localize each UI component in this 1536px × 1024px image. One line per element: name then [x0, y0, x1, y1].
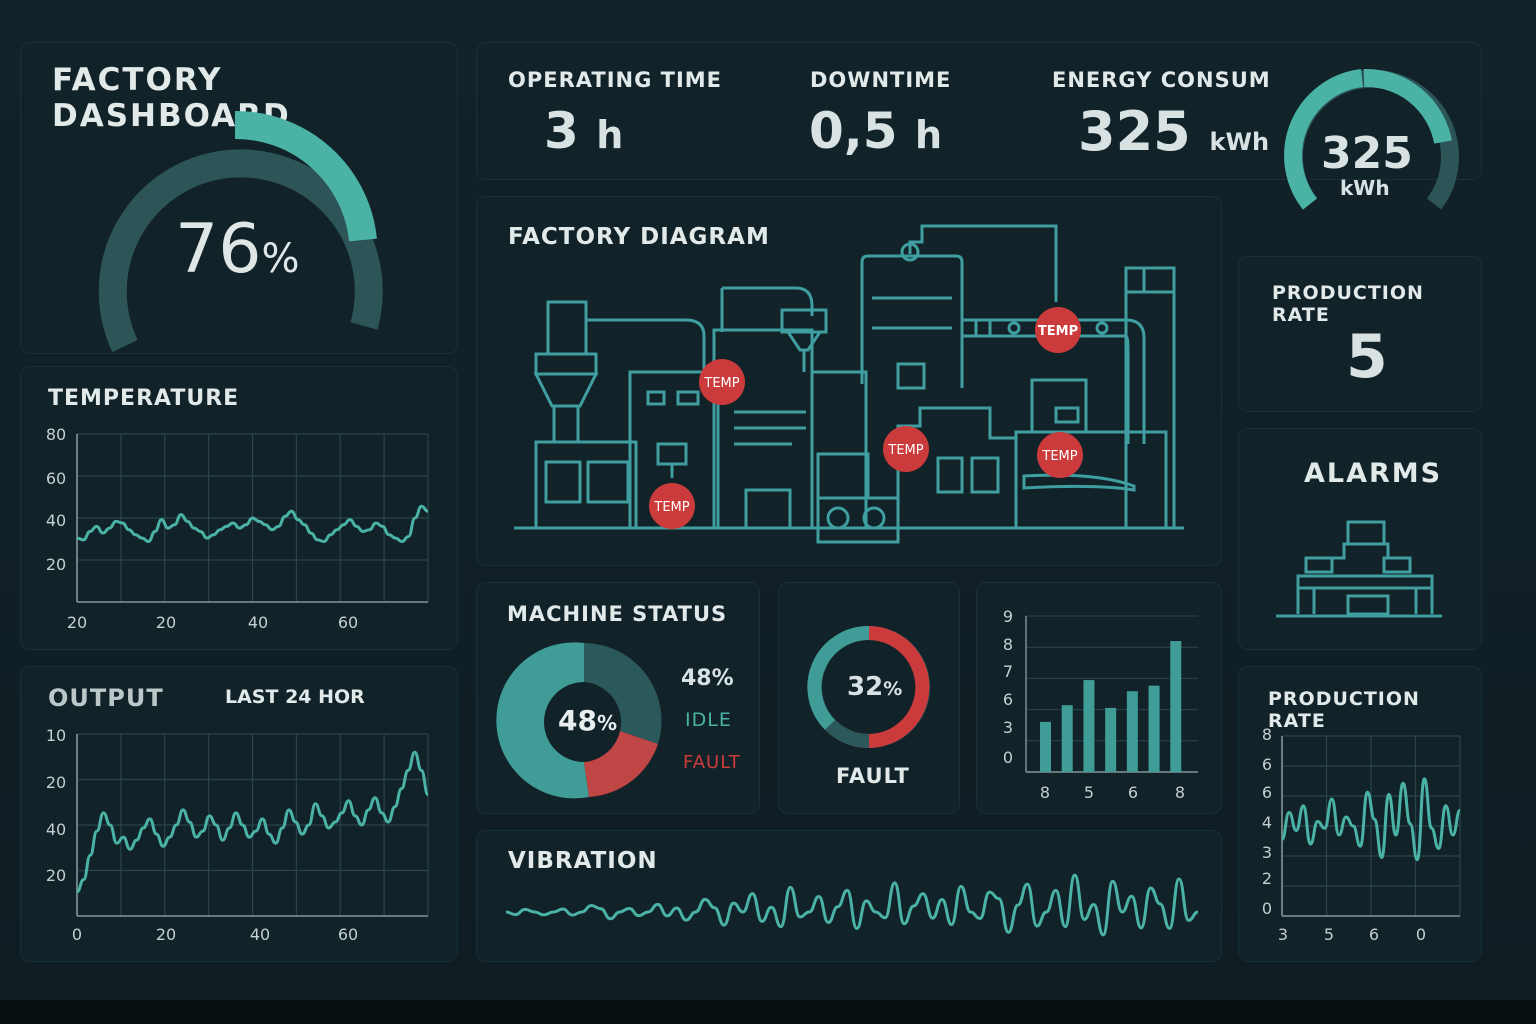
production-rate-chart-panel: PRODUCTION RATE 35608664320 — [1238, 666, 1482, 962]
svg-text:TEMP: TEMP — [703, 376, 739, 391]
machine-status-center: 48% — [558, 704, 618, 737]
donut-slice-fault — [584, 731, 658, 797]
temp-sensor-icon: TEMP — [883, 426, 929, 472]
machine-status-legend-idle: IDLE — [685, 709, 732, 731]
y-tick-label: 7 — [1003, 662, 1013, 681]
y-tick-label: 80 — [46, 425, 66, 444]
bar — [1126, 691, 1138, 772]
alarms-panel[interactable]: ALARMS — [1238, 428, 1482, 650]
bar-chart-panel: 9 8 7 6 3 0 8 5 6 8 — [976, 582, 1222, 814]
factory-diagram: TEMP TEMP TEMP TEMP TEMP — [514, 224, 1184, 544]
x-tick-label: 5 — [1084, 783, 1094, 802]
vibration-panel: VIBRATION — [476, 830, 1222, 962]
y-tick-label: 40 — [46, 820, 66, 839]
production-rate-value: 5 — [1346, 322, 1388, 392]
y-tick-label: 9 — [1003, 607, 1013, 626]
screen-bezel — [0, 1000, 1536, 1024]
x-tick-label: 8 — [1040, 783, 1050, 802]
temp-sensor-icon: TEMP — [1035, 307, 1081, 353]
series-line — [505, 873, 1199, 937]
x-tick-label: 6 — [1369, 925, 1379, 944]
x-tick-label: 0 — [1416, 925, 1426, 944]
y-tick-label: 3 — [1262, 843, 1272, 862]
y-tick-label: 6 — [1003, 690, 1013, 709]
svg-text:TEMP: TEMP — [653, 500, 689, 515]
x-tick-label: 40 — [248, 613, 268, 632]
svg-text:TEMP: TEMP — [1041, 449, 1077, 464]
bar — [1105, 707, 1117, 772]
y-tick-label: 4 — [1262, 813, 1272, 832]
y-tick-label: 20 — [46, 773, 66, 792]
factory-diagram-panel: FACTORY DIAGRAM TEMP TEMP TEMP TEMP TEMP — [476, 196, 1222, 566]
temp-sensor-icon: TEMP — [649, 483, 695, 529]
energy-gauge-panel: 325 kWh — [1238, 42, 1482, 240]
x-tick-label: 20 — [156, 925, 176, 944]
utilization-gauge — [98, 110, 383, 352]
machine-status-legend-value: 48% — [681, 666, 734, 691]
y-tick-label: 10 — [46, 726, 66, 745]
y-tick-label: 40 — [46, 511, 66, 530]
y-tick-label: 0 — [1262, 899, 1272, 918]
svg-text:TEMP: TEMP — [887, 443, 923, 458]
energy-gauge-value: 325 — [1321, 128, 1413, 179]
temp-sensor-icon: TEMP — [1037, 432, 1083, 478]
y-tick-label: 3 — [1003, 718, 1013, 737]
operating-time-label: OPERATING TIME — [508, 68, 723, 92]
downtime-value: 0,5 h — [809, 102, 943, 160]
x-tick-label: 20 — [67, 613, 87, 632]
y-tick-label: 2 — [1262, 869, 1272, 888]
output-chart: 0 20 40 60 10 20 40 20 — [46, 726, 430, 944]
x-tick-label: 6 — [1128, 783, 1138, 802]
downtime-label: DOWNTIME — [810, 68, 952, 92]
svg-text:TEMP: TEMP — [1038, 324, 1078, 339]
bar — [1061, 705, 1073, 772]
x-tick-label: 60 — [338, 925, 358, 944]
production-rate-panel: PRODUCTION RATE 5 — [1238, 256, 1482, 412]
machine-status-donut — [496, 642, 662, 799]
gauge-value: 76% — [175, 210, 300, 289]
x-tick-label: 8 — [1175, 783, 1185, 802]
y-tick-label: 0 — [1003, 748, 1013, 767]
y-tick-label: 8 — [1262, 725, 1272, 744]
bar — [1170, 641, 1182, 772]
production-rate-chart: 3 5 6 0 8 6 6 4 3 2 0 — [1262, 725, 1462, 944]
temperature-panel: TEMPERATURE 20 20 40 60 80 60 40 20 — [20, 366, 458, 650]
bar — [1040, 721, 1051, 772]
x-tick-label: 0 — [72, 925, 82, 944]
dashboard-screen: FACTORY DASHBOARD 76% OPERATING TIME 3 h… — [0, 0, 1536, 1024]
x-tick-label: 20 — [156, 613, 176, 632]
vibration-chart — [505, 873, 1199, 937]
temperature-chart: 20 20 40 60 80 60 40 20 — [46, 425, 429, 632]
temp-sensor-icon: TEMP — [699, 359, 745, 405]
fault-label: FAULT — [836, 764, 910, 788]
production-rate-label: PRODUCTION RATE — [1272, 282, 1424, 326]
x-tick-label: 3 — [1278, 925, 1288, 944]
energy-gauge-unit: kWh — [1340, 176, 1390, 200]
overview-panel: FACTORY DASHBOARD 76% — [20, 42, 458, 354]
y-tick-label: 20 — [46, 866, 66, 885]
y-tick-label: 20 — [46, 555, 66, 574]
operating-time-value: 3 h — [544, 102, 624, 160]
y-tick-label: 6 — [1262, 783, 1272, 802]
output-panel: OUTPUT LAST 24 HOR 0 20 40 60 10 20 40 20 — [20, 666, 458, 962]
y-tick-label: 6 — [1262, 755, 1272, 774]
x-tick-label: 60 — [338, 613, 358, 632]
control-panel-icon — [1276, 520, 1442, 618]
machine-status-legend-fault: FAULT — [683, 752, 741, 773]
fault-panel: 32% FAULT — [778, 582, 960, 814]
y-tick-label: 60 — [46, 469, 66, 488]
bar — [1148, 685, 1160, 772]
fault-value: 32% — [847, 672, 903, 702]
x-tick-label: 40 — [250, 925, 270, 944]
x-tick-label: 5 — [1324, 925, 1334, 944]
bar — [1083, 680, 1095, 772]
bar-chart: 9 8 7 6 3 0 8 5 6 8 — [1003, 607, 1198, 802]
machine-status-panel: MACHINE STATUS 48% 48% IDLE FAULT — [476, 582, 760, 814]
y-tick-label: 8 — [1003, 635, 1013, 654]
